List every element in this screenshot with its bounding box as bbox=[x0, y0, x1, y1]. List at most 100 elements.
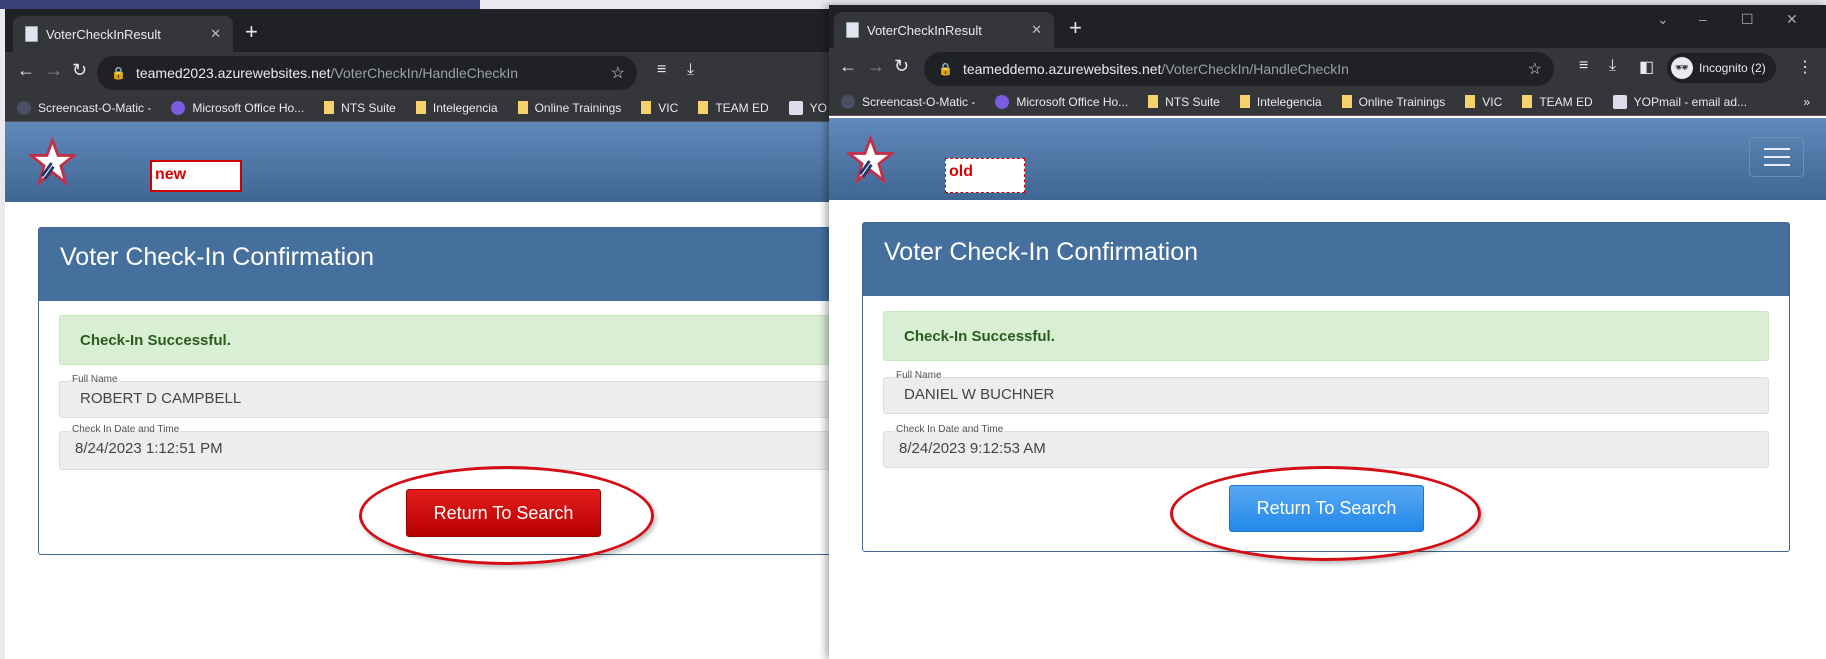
bookmark-folder[interactable]: NTS Suite bbox=[324, 101, 396, 115]
close-tab-icon[interactable]: ✕ bbox=[1031, 22, 1042, 38]
browser-tab[interactable]: VoterCheckInResult ✕ bbox=[13, 16, 233, 52]
bookmark-label: Intelegencia bbox=[1256, 94, 1322, 109]
field-label: Full Name bbox=[894, 370, 944, 381]
page-icon bbox=[25, 26, 38, 42]
folder-icon bbox=[1522, 95, 1533, 108]
bookmark-label: YO bbox=[809, 100, 827, 115]
browser-tab[interactable]: VoterCheckInResult ✕ bbox=[834, 12, 1054, 48]
success-alert: Check-In Successful. bbox=[883, 311, 1769, 361]
folder-icon bbox=[641, 101, 652, 114]
bookmarks-bar: Screencast-O-Matic - Microsoft Office Ho… bbox=[5, 94, 905, 122]
forward-icon[interactable]: → bbox=[867, 56, 885, 77]
bookmark[interactable]: Screencast-O-Matic - bbox=[17, 100, 152, 115]
return-to-search-button[interactable]: Return To Search bbox=[1229, 485, 1424, 532]
address-bar[interactable]: 🔒 teameddemo.azurewebsites.net/VoterCheck… bbox=[924, 52, 1554, 86]
bookmark-star-icon[interactable]: ☆ bbox=[1528, 59, 1542, 79]
bookmark-folder[interactable]: NTS Suite bbox=[1148, 95, 1220, 109]
bookmark[interactable]: YO bbox=[788, 100, 827, 115]
reload-icon[interactable]: ↻ bbox=[72, 60, 87, 81]
bookmark-label: Online Trainings bbox=[1358, 94, 1446, 109]
site-header: old bbox=[829, 118, 1826, 200]
folder-icon bbox=[1465, 95, 1476, 108]
folder-icon bbox=[1148, 95, 1159, 108]
annotation-label: old bbox=[945, 158, 1025, 193]
bookmark-folder[interactable]: Intelegencia bbox=[1239, 94, 1322, 109]
full-name-field: Full Name DANIEL W BUCHNER bbox=[883, 370, 1769, 414]
maximize-icon[interactable]: ☐ bbox=[1741, 11, 1754, 28]
back-icon[interactable]: ← bbox=[17, 60, 35, 81]
bookmark-label: VIC bbox=[658, 100, 679, 115]
close-tab-icon[interactable]: ✕ bbox=[210, 26, 221, 42]
close-window-icon[interactable]: ✕ bbox=[1786, 11, 1798, 28]
field-label: Check In Date and Time bbox=[70, 424, 182, 435]
bookmark[interactable]: Screencast-O-Matic - bbox=[841, 94, 975, 109]
star-logo-icon[interactable] bbox=[847, 135, 894, 185]
toolbar: ← → ↻ 🔒 teameddemo.azurewebsites.net/Vote… bbox=[829, 48, 1826, 90]
bookmark-label: TEAM ED bbox=[715, 100, 769, 115]
minimize-icon[interactable]: – bbox=[1699, 11, 1707, 27]
bookmark-label: Intelegencia bbox=[432, 100, 498, 115]
bookmark-star-icon[interactable]: ☆ bbox=[611, 63, 625, 83]
side-panel-icon[interactable]: ◧ bbox=[1639, 57, 1654, 77]
lock-icon: 🔒 bbox=[938, 62, 953, 76]
download-icon[interactable]: ⤓ bbox=[687, 61, 694, 79]
bookmark[interactable]: Microsoft Office Ho... bbox=[171, 100, 305, 115]
url-host: teameddemo.azurewebsites.net bbox=[962, 61, 1162, 77]
bookmark-folder[interactable]: Online Trainings bbox=[1341, 94, 1446, 109]
bookmark-label: YOPmail - email ad... bbox=[1633, 94, 1748, 109]
bookmarks-bar: Screencast-O-Matic - Microsoft Office Ho… bbox=[829, 88, 1826, 116]
forward-icon[interactable]: → bbox=[45, 60, 63, 81]
tab-bar: VoterCheckInResult ✕ + bbox=[5, 9, 905, 52]
success-alert: Check-In Successful. bbox=[59, 315, 905, 365]
bookmark-label: TEAM ED bbox=[1539, 94, 1593, 109]
url-host: teamed2023.azurewebsites.net bbox=[135, 65, 331, 81]
back-icon[interactable]: ← bbox=[839, 56, 857, 77]
reload-icon[interactable]: ↻ bbox=[894, 56, 909, 77]
bookmark-folder[interactable]: VIC bbox=[641, 101, 678, 115]
bookmark[interactable]: YOPmail - email ad... bbox=[1612, 94, 1748, 109]
bookmark-folder[interactable]: TEAM ED bbox=[1522, 94, 1593, 109]
new-tab-button[interactable]: + bbox=[1069, 15, 1082, 41]
reading-list-icon[interactable]: ≡ bbox=[1579, 57, 1588, 75]
address-bar[interactable]: 🔒 teamed2023.azurewebsites.net/VoterCheck… bbox=[97, 56, 637, 90]
return-to-search-button[interactable]: Return To Search bbox=[406, 489, 601, 537]
confirmation-card: Voter Check-In Confirmation Check-In Suc… bbox=[38, 227, 905, 555]
bookmark-label: Online Trainings bbox=[534, 100, 622, 115]
new-tab-button[interactable]: + bbox=[245, 19, 258, 45]
card-title: Voter Check-In Confirmation bbox=[863, 223, 1789, 296]
field-label: Full Name bbox=[70, 374, 120, 385]
folder-icon bbox=[415, 101, 426, 114]
bookmark-label: NTS Suite bbox=[341, 100, 396, 115]
star-logo-icon[interactable] bbox=[29, 137, 76, 187]
tab-search-icon[interactable]: ⌄ bbox=[1657, 11, 1669, 28]
full-name-value: DANIEL W BUCHNER bbox=[904, 386, 1055, 403]
confirmation-card: Voter Check-In Confirmation Check-In Suc… bbox=[862, 222, 1790, 552]
bookmark-label: Microsoft Office Ho... bbox=[192, 100, 305, 115]
checkin-datetime-field: Check In Date and Time 8/24/2023 9:12:53 … bbox=[883, 424, 1769, 468]
bookmark-folder[interactable]: Online Trainings bbox=[517, 100, 622, 115]
incognito-profile-button[interactable]: 🕶 Incognito (2) bbox=[1667, 53, 1776, 83]
download-icon[interactable]: ⤓ bbox=[1609, 57, 1616, 75]
bookmark-folder[interactable]: VIC bbox=[1465, 95, 1502, 109]
checkin-datetime-value: 8/24/2023 1:12:51 PM bbox=[75, 440, 223, 457]
bookmarks-overflow-button[interactable]: » bbox=[1803, 95, 1810, 109]
toolbar: ← → ↻ 🔒 teamed2023.azurewebsites.net/Vote… bbox=[5, 52, 905, 94]
bookmark-folder[interactable]: Intelegencia bbox=[415, 100, 498, 115]
folder-icon bbox=[324, 101, 335, 114]
page-icon bbox=[846, 22, 859, 38]
full-name-field: Full Name ROBERT D CAMPBELL bbox=[59, 374, 905, 418]
bookmark-folder[interactable]: TEAM ED bbox=[698, 100, 769, 115]
hamburger-menu-button[interactable] bbox=[1749, 137, 1804, 177]
browser-window-old: VoterCheckInResult ✕ + ⌄ – ☐ ✕ ← → ↻ 🔒 tea… bbox=[829, 5, 1826, 659]
field-label: Check In Date and Time bbox=[894, 424, 1006, 435]
card-title: Voter Check-In Confirmation bbox=[39, 228, 905, 301]
bookmark-label: Screencast-O-Matic - bbox=[38, 100, 152, 115]
bookmark[interactable]: Microsoft Office Ho... bbox=[995, 94, 1128, 109]
checkin-datetime-field: Check In Date and Time 8/24/2023 1:12:51 … bbox=[59, 424, 905, 470]
reading-list-icon[interactable]: ≡ bbox=[657, 61, 666, 79]
menu-icon[interactable]: ⋮ bbox=[1797, 57, 1813, 77]
folder-icon bbox=[517, 101, 528, 114]
tab-title: VoterCheckInResult bbox=[46, 26, 161, 42]
annotation-label: new bbox=[150, 160, 242, 192]
url-path: /VoterCheckIn/HandleCheckIn bbox=[330, 65, 519, 81]
